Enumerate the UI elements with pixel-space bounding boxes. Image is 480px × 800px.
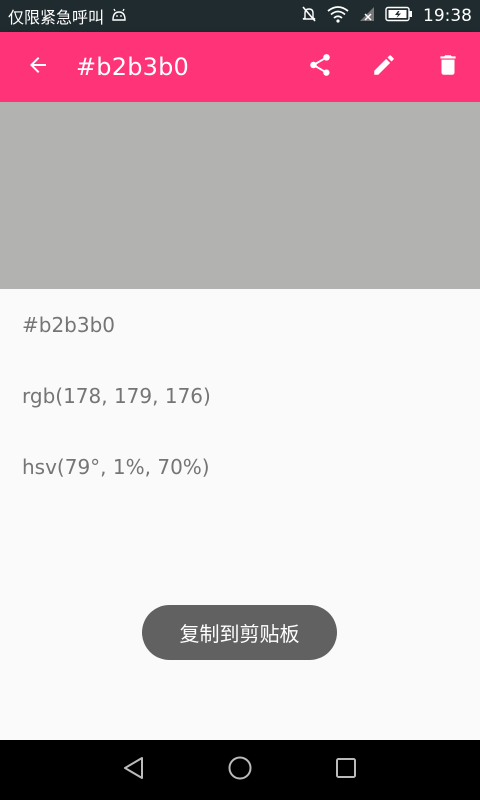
recents-nav-icon bbox=[333, 755, 359, 785]
back-button[interactable] bbox=[0, 32, 76, 102]
back-nav-icon bbox=[121, 755, 147, 785]
delete-icon bbox=[435, 52, 461, 82]
page-title: #b2b3b0 bbox=[76, 53, 190, 81]
color-preview bbox=[0, 102, 480, 289]
status-right: 19:38 bbox=[301, 5, 472, 27]
status-left: 仅限紧急呼叫 bbox=[8, 4, 128, 28]
navigation-bar bbox=[0, 740, 480, 800]
carrier-text: 仅限紧急呼叫 bbox=[8, 8, 105, 27]
mute-icon bbox=[301, 5, 317, 27]
hex-value[interactable]: #b2b3b0 bbox=[22, 289, 462, 360]
color-details: #b2b3b0 rgb(178, 179, 176) hsv(79°, 1%, … bbox=[22, 289, 462, 502]
hsv-value[interactable]: hsv(79°, 1%, 70%) bbox=[22, 431, 462, 502]
toast-message: 复制到剪贴板 bbox=[142, 605, 337, 660]
app-actions bbox=[288, 32, 480, 102]
edit-button[interactable] bbox=[352, 32, 416, 102]
edit-icon bbox=[371, 52, 397, 82]
status-bar: 仅限紧急呼叫 19:38 bbox=[0, 0, 480, 32]
share-icon bbox=[307, 52, 333, 82]
wifi-icon bbox=[327, 5, 349, 27]
battery-icon bbox=[385, 6, 413, 26]
rgb-value[interactable]: rgb(178, 179, 176) bbox=[22, 360, 462, 431]
nav-back-button[interactable] bbox=[81, 740, 187, 800]
home-nav-icon bbox=[227, 755, 253, 785]
nav-home-button[interactable] bbox=[187, 740, 293, 800]
share-button[interactable] bbox=[288, 32, 352, 102]
delete-button[interactable] bbox=[416, 32, 480, 102]
status-time: 19:38 bbox=[423, 6, 472, 26]
android-icon bbox=[110, 7, 128, 26]
back-arrow-icon bbox=[26, 53, 50, 81]
nav-recents-button[interactable] bbox=[293, 740, 399, 800]
app-bar: #b2b3b0 bbox=[0, 32, 480, 102]
signal-icon bbox=[359, 6, 375, 26]
